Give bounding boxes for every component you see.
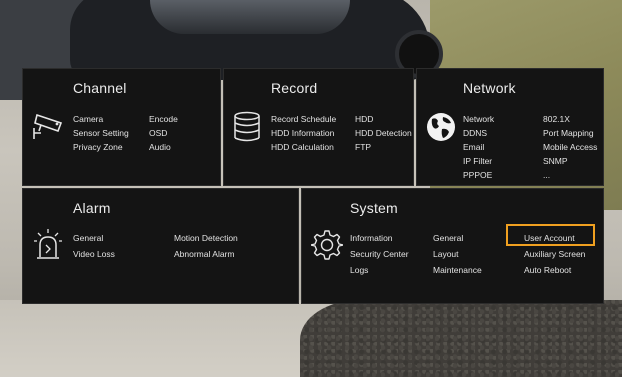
menu-item-auto-reboot[interactable]: Auto Reboot [524,265,571,275]
channel-tile[interactable]: Channel Camera Sensor Setting Privacy Zo… [22,68,221,186]
menu-item-sensor-setting[interactable]: Sensor Setting [73,128,129,138]
menu-item-port-mapping[interactable]: Port Mapping [543,128,594,138]
menu-item-information[interactable]: Information [350,233,393,243]
network-title: Network [463,80,516,96]
menu-item-hdd[interactable]: HDD [355,114,373,124]
hard-disk-icon [232,111,262,143]
security-camera-icon [31,111,65,141]
menu-item-ip-filter[interactable]: IP Filter [463,156,492,166]
menu-item-user-account[interactable]: User Account [524,233,575,243]
menu-item-osd[interactable]: OSD [149,128,167,138]
menu-item-video-loss[interactable]: Video Loss [73,249,115,259]
car-windshield [150,0,350,34]
globe-icon [425,111,457,143]
channel-title: Channel [73,80,127,96]
system-tile[interactable]: System Information Security Center Logs … [301,188,604,304]
system-title: System [350,200,398,216]
record-tile[interactable]: Record Record Schedule HDD Information H… [223,68,414,186]
menu-item-layout[interactable]: Layout [433,249,459,259]
main-menu: Channel Camera Sensor Setting Privacy Zo… [22,68,604,304]
menu-item-maintenance[interactable]: Maintenance [433,265,482,275]
menu-item-pppoe[interactable]: PPPOE [463,170,492,180]
mulch-bed [300,300,622,377]
menu-item-logs[interactable]: Logs [350,265,368,275]
menu-item-mobile-access[interactable]: Mobile Access [543,142,597,152]
menu-item-privacy-zone[interactable]: Privacy Zone [73,142,123,152]
alarm-siren-icon [33,227,63,261]
menu-item-802-1x[interactable]: 802.1X [543,114,570,124]
menu-item-abnormal-alarm[interactable]: Abnormal Alarm [174,249,234,259]
menu-item-alarm-general[interactable]: General [73,233,103,243]
menu-item-security-center[interactable]: Security Center [350,249,409,259]
menu-item-email[interactable]: Email [463,142,484,152]
menu-item-more[interactable]: ... [543,170,550,180]
menu-item-ddns[interactable]: DDNS [463,128,487,138]
menu-item-snmp[interactable]: SNMP [543,156,568,166]
menu-item-ftp[interactable]: FTP [355,142,371,152]
menu-item-audio[interactable]: Audio [149,142,171,152]
menu-item-system-general[interactable]: General [433,233,463,243]
gear-icon [311,229,343,261]
network-tile[interactable]: Network Network DDNS Email IP Filter PPP… [416,68,604,186]
menu-item-hdd-detection[interactable]: HDD Detection [355,128,412,138]
menu-item-auxiliary-screen[interactable]: Auxiliary Screen [524,249,585,259]
alarm-title: Alarm [73,200,111,216]
menu-item-record-schedule[interactable]: Record Schedule [271,114,336,124]
menu-item-hdd-information[interactable]: HDD Information [271,128,334,138]
alarm-tile[interactable]: Alarm General Video Loss Motion Detectio… [22,188,299,304]
menu-item-network[interactable]: Network [463,114,494,124]
menu-item-camera[interactable]: Camera [73,114,103,124]
record-title: Record [271,80,318,96]
menu-item-motion-detection[interactable]: Motion Detection [174,233,238,243]
menu-item-hdd-calculation[interactable]: HDD Calculation [271,142,334,152]
menu-item-encode[interactable]: Encode [149,114,178,124]
